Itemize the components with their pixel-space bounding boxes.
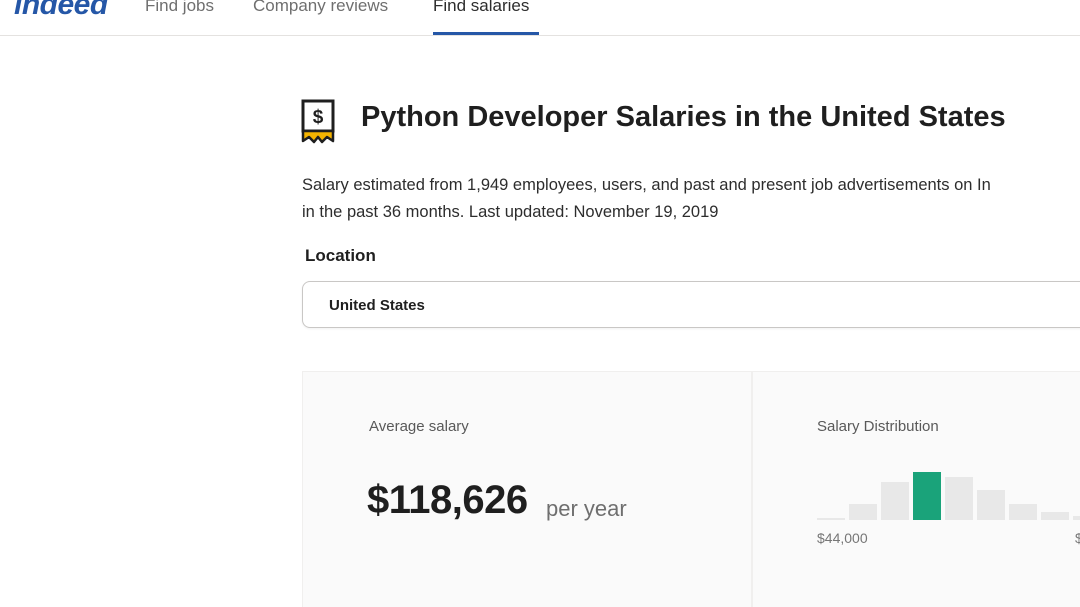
svg-text:$: $: [313, 107, 324, 128]
distribution-bar: [1073, 516, 1080, 520]
active-tab-underline: [433, 32, 539, 35]
distribution-bar: [817, 518, 845, 520]
location-select[interactable]: United States: [302, 281, 1080, 328]
distribution-bar: [1009, 504, 1037, 520]
page-title: Python Developer Salaries in the United …: [361, 101, 1006, 133]
indeed-logo[interactable]: indeed: [14, 0, 108, 22]
average-salary-value: $118,626: [367, 478, 528, 522]
location-value: United States: [329, 297, 425, 314]
salary-receipt-icon: $: [301, 99, 335, 145]
distribution-bar: [881, 482, 909, 520]
nav-find-salaries[interactable]: Find salaries: [433, 0, 529, 16]
average-salary-period: per year: [546, 496, 627, 521]
nav-find-jobs[interactable]: Find jobs: [145, 0, 214, 16]
distribution-bar: [977, 490, 1005, 520]
salary-distribution-label: Salary Distribution: [817, 418, 939, 435]
salary-description: Salary estimated from 1,949 employees, u…: [302, 172, 1080, 226]
description-line-1: Salary estimated from 1,949 employees, u…: [302, 176, 991, 194]
distribution-bar-highlight: [913, 472, 941, 520]
average-salary-card: Average salary $118,626 per year: [302, 371, 752, 607]
description-line-2: in the past 36 months. Last updated: Nov…: [302, 203, 719, 221]
salary-distribution-card: Salary Distribution $44,000 $: [752, 371, 1080, 607]
distribution-bar: [849, 504, 877, 520]
distribution-bar: [945, 477, 973, 520]
distribution-bar: [1041, 512, 1069, 520]
tick-label-right: $: [1075, 530, 1080, 546]
tick-label-left: $44,000: [817, 530, 868, 546]
nav-company-reviews[interactable]: Company reviews: [253, 0, 388, 16]
top-nav: indeed Find jobs Company reviews Find sa…: [0, 0, 1080, 36]
location-label: Location: [305, 246, 376, 265]
average-salary-label: Average salary: [369, 418, 469, 435]
salary-distribution-chart: [817, 468, 1080, 520]
